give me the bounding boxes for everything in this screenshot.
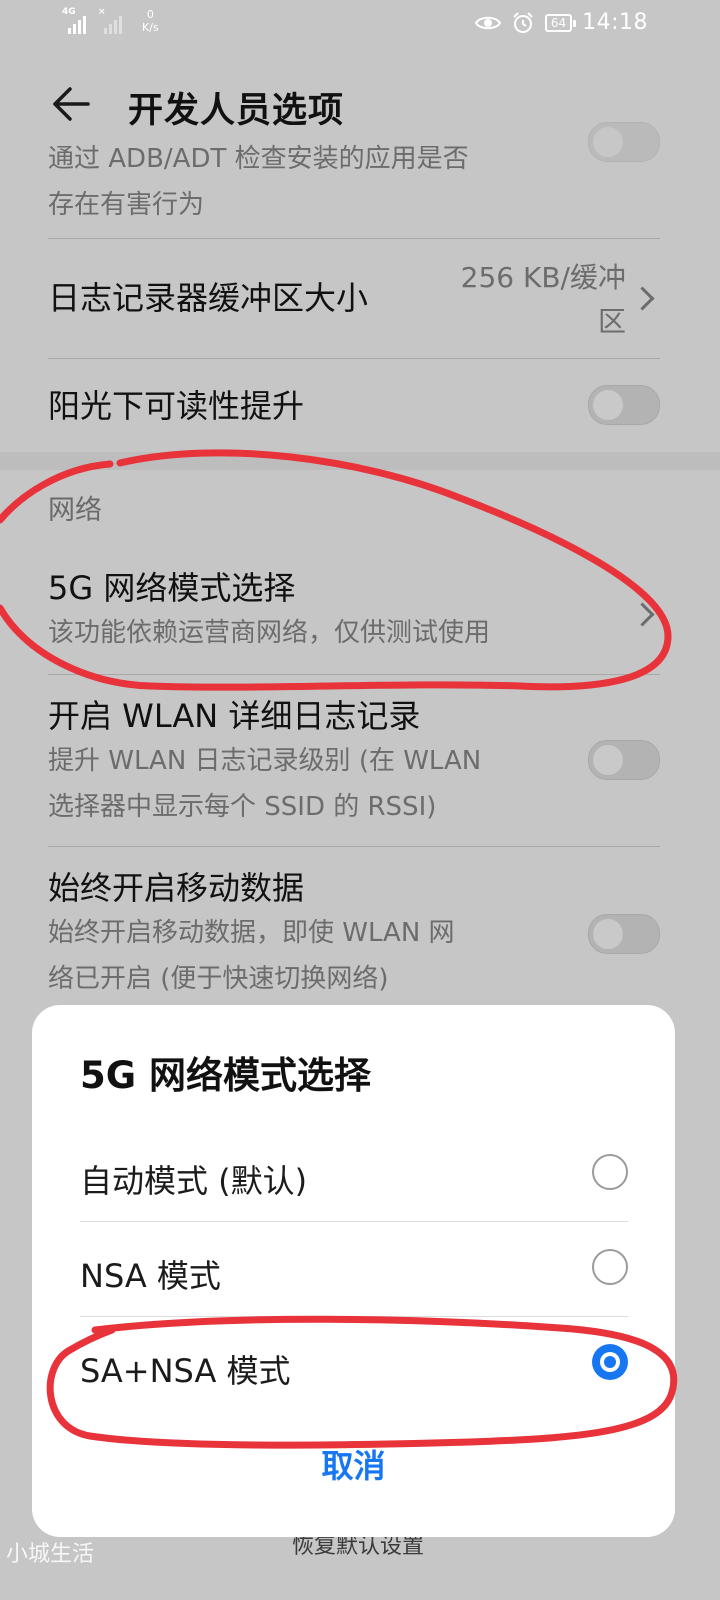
cancel-button[interactable]: 取消 — [32, 1441, 675, 1487]
status-clock: 14:18 — [582, 10, 648, 35]
wlan-verbose-log-toggle[interactable] — [588, 740, 660, 780]
option-sa-nsa-mode[interactable]: SA+NSA 模式 — [80, 1318, 628, 1412]
divider — [48, 358, 660, 359]
status-bar: 4G × 0 K/s 64 14:18 — [0, 0, 720, 48]
status-bar-left: 4G × 0 K/s — [62, 8, 159, 36]
radio-button[interactable] — [592, 1249, 628, 1285]
option-auto-mode[interactable]: 自动模式 (默认) — [80, 1128, 628, 1222]
fiveg-mode-title: 5G 网络模式选择 — [48, 569, 296, 607]
network-speed: 0 K/s — [142, 8, 159, 34]
sunlight-readability-toggle[interactable] — [588, 385, 660, 425]
divider — [80, 1316, 628, 1317]
back-button[interactable] — [48, 80, 96, 128]
always-on-mobile-data-subtitle-line1: 始终开启移动数据，即使 WLAN 网 — [48, 918, 455, 948]
always-on-mobile-data-title: 始终开启移动数据 — [48, 869, 305, 907]
adb-check-subtitle-line1: 通过 ADB/ADT 检查安装的应用是否 — [48, 144, 469, 174]
always-on-mobile-data-item[interactable]: 始终开启移动数据 始终开启移动数据，即使 WLAN 网 络已开启 (便于快速切换… — [48, 866, 660, 1002]
network-section-header: 网络 — [48, 495, 102, 526]
log-buffer-value-line2: 区 — [597, 305, 626, 338]
divider — [48, 238, 660, 239]
status-bar-right: 64 14:18 — [474, 10, 648, 35]
section-separator — [0, 452, 720, 470]
adb-check-subtitle-line2: 存在有害行为 — [48, 190, 205, 220]
arrow-left-icon — [53, 87, 90, 121]
adb-check-toggle[interactable] — [588, 122, 660, 162]
option-label: 自动模式 (默认) — [80, 1162, 308, 1200]
option-label: NSA 模式 — [80, 1257, 221, 1295]
signal-icon-secondary: × — [98, 8, 126, 36]
network-speed-value: 0 — [146, 8, 154, 21]
adb-check-item[interactable]: 通过 ADB/ADT 检查安装的应用是否 存在有害行为 — [48, 138, 660, 228]
battery-indicator: 64 — [544, 13, 577, 32]
always-on-mobile-data-subtitle-line2: 络已开启 (便于快速切换网络) — [48, 964, 389, 994]
divider — [48, 846, 660, 847]
sunlight-readability-title: 阳光下可读性提升 — [48, 387, 305, 425]
eye-icon — [474, 16, 501, 29]
wlan-verbose-log-title: 开启 WLAN 详细日志记录 — [48, 697, 421, 735]
fiveg-mode-dialog: 5G 网络模式选择 自动模式 (默认) NSA 模式 SA+NSA 模式 取消 — [32, 1005, 675, 1537]
option-nsa-mode[interactable]: NSA 模式 — [80, 1223, 628, 1317]
dialog-title: 5G 网络模式选择 — [80, 1054, 371, 1097]
wlan-verbose-log-subtitle-line2: 选择器中显示每个 SSID 的 RSSI) — [48, 792, 437, 822]
network-speed-unit: K/s — [142, 21, 159, 34]
sunlight-readability-item[interactable]: 阳光下可读性提升 — [48, 384, 660, 428]
fiveg-mode-subtitle: 该功能依赖运营商网络，仅供测试使用 — [48, 618, 491, 648]
log-buffer-value-line1: 256 KB/缓冲 — [460, 261, 626, 294]
divider — [80, 1221, 628, 1222]
log-buffer-value: 256 KB/缓冲 区 — [426, 256, 626, 344]
wlan-verbose-log-item[interactable]: 开启 WLAN 详细日志记录 提升 WLAN 日志记录级别 (在 WLAN 选择… — [48, 694, 660, 830]
signal-icon: 4G — [62, 8, 90, 36]
fiveg-mode-item[interactable]: 5G 网络模式选择 该功能依赖运营商网络，仅供测试使用 — [48, 566, 660, 656]
radio-button[interactable] — [592, 1154, 628, 1190]
radio-button-selected[interactable] — [592, 1344, 628, 1380]
divider — [48, 674, 660, 675]
page-title: 开发人员选项 — [128, 91, 345, 131]
wlan-verbose-log-subtitle-line1: 提升 WLAN 日志记录级别 (在 WLAN — [48, 746, 482, 776]
always-on-mobile-data-toggle[interactable] — [588, 914, 660, 954]
option-label: SA+NSA 模式 — [80, 1352, 291, 1390]
watermark: 小城生活 — [6, 1542, 95, 1567]
alarm-icon — [513, 11, 533, 33]
